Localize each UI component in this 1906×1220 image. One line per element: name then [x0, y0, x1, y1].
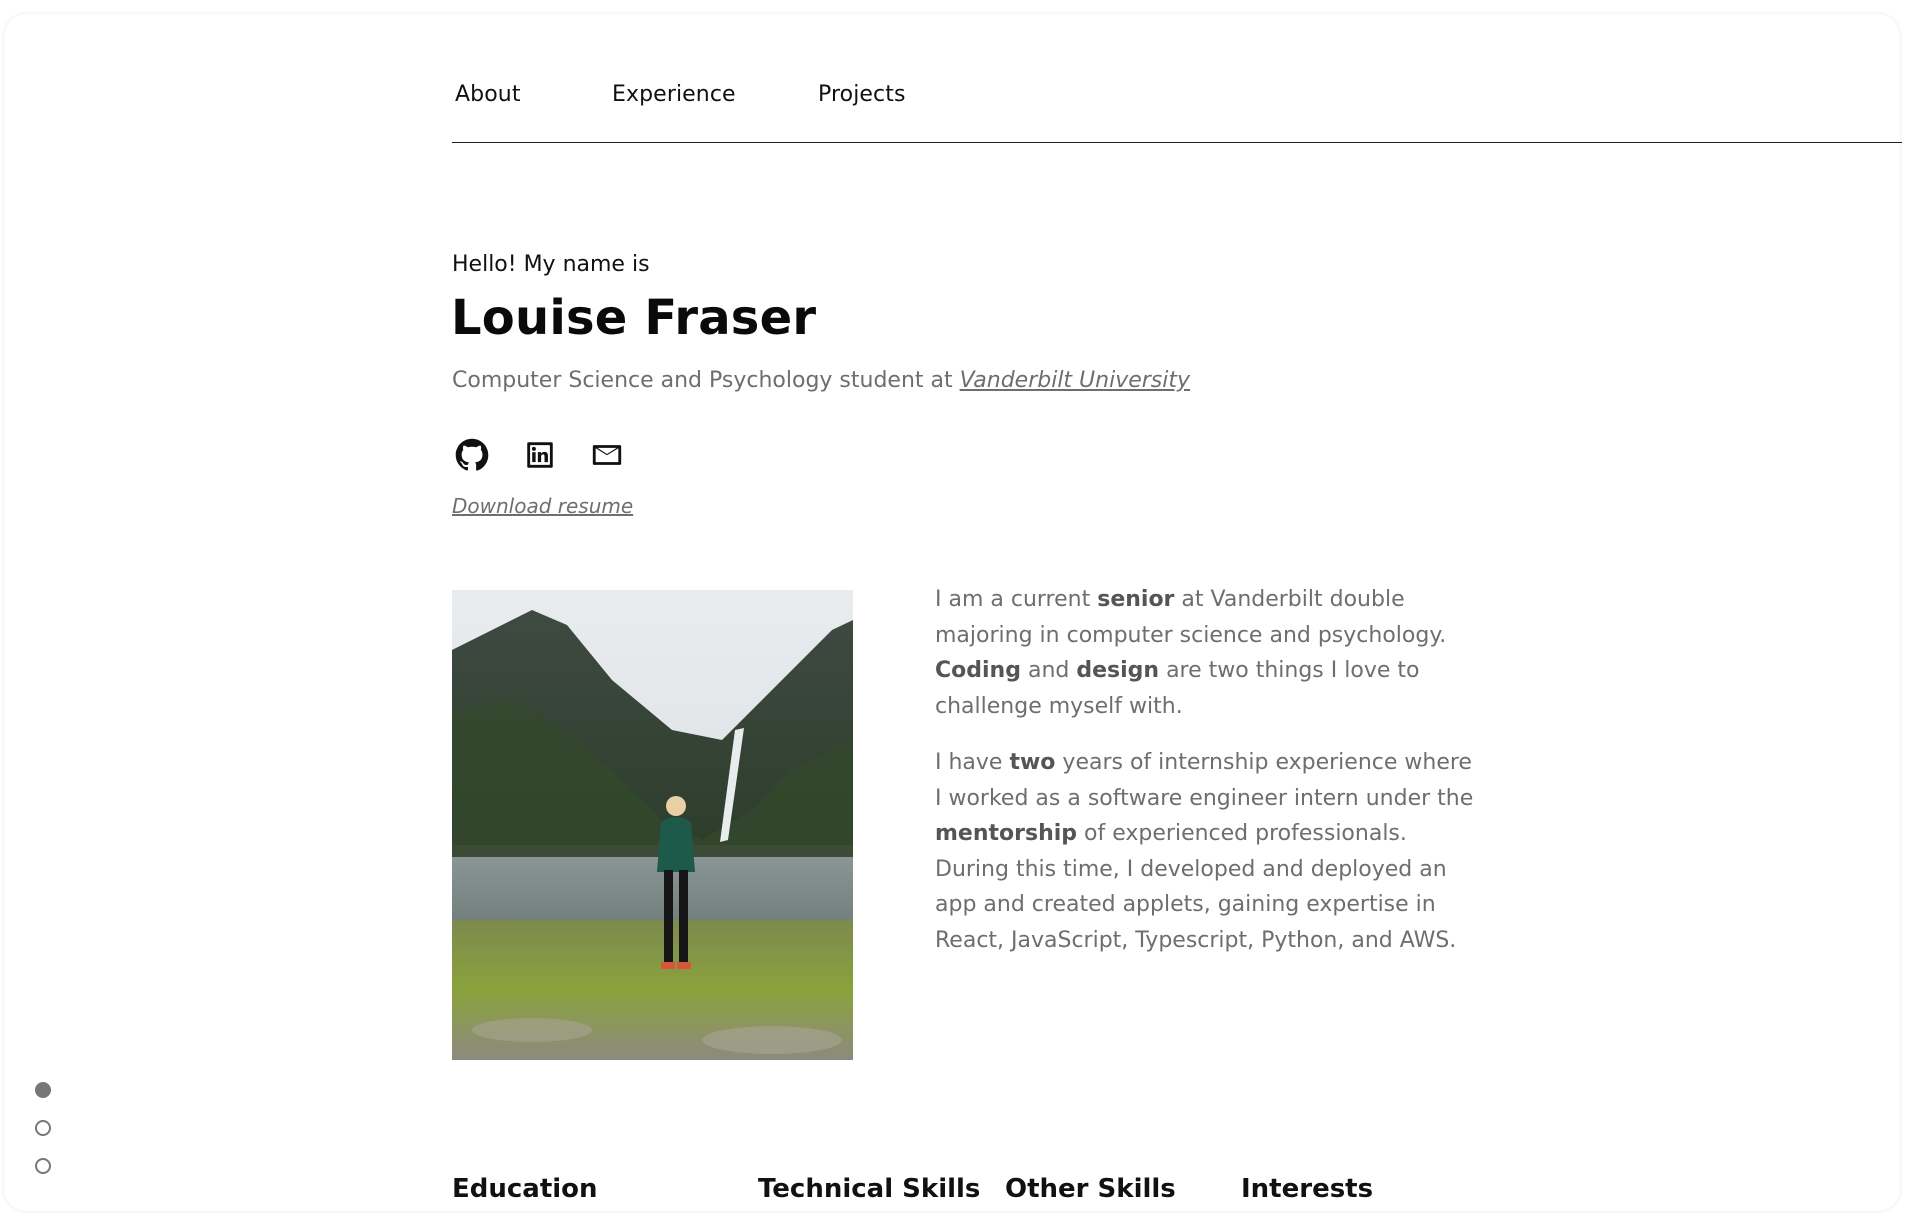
nav-about[interactable]: About	[455, 82, 521, 107]
pagination-dot-2[interactable]	[35, 1120, 51, 1136]
subtitle-text: Computer Science and Psychology student …	[452, 368, 960, 393]
bio-run: I have	[935, 750, 1010, 775]
bio-text: I am a current senior at Vanderbilt doub…	[935, 582, 1475, 979]
page-title: Louise Fraser	[451, 290, 817, 346]
bio-emphasis: two	[1009, 750, 1056, 775]
nav-projects[interactable]: Projects	[818, 82, 906, 107]
heading-interests: Interests	[1241, 1174, 1374, 1204]
heading-education: Education	[452, 1174, 598, 1204]
university-link[interactable]: Vanderbilt University	[960, 368, 1190, 393]
bio-run: and	[1020, 658, 1077, 683]
subtitle: Computer Science and Psychology student …	[452, 368, 1190, 393]
greeting-text: Hello! My name is	[452, 252, 650, 277]
profile-photo	[452, 590, 853, 1060]
bio-paragraph-1: I am a current senior at Vanderbilt doub…	[935, 582, 1475, 724]
linkedin-icon[interactable]	[523, 438, 557, 472]
bio-run: I am a current	[935, 587, 1098, 612]
bio-emphasis: mentorship	[935, 821, 1078, 846]
email-icon[interactable]	[590, 438, 624, 472]
bio-emphasis: design	[1076, 658, 1160, 683]
bio-paragraph-2: I have two years of internship experienc…	[935, 745, 1475, 958]
heading-other-skills: Other Skills	[1005, 1174, 1176, 1204]
top-nav: About Experience Projects	[452, 82, 1902, 143]
bio-emphasis: Coding	[935, 658, 1021, 683]
pagination-dot-3[interactable]	[35, 1158, 51, 1174]
pagination-dot-1[interactable]	[35, 1082, 51, 1098]
nav-experience[interactable]: Experience	[612, 82, 736, 107]
heading-technical-skills: Technical Skills	[758, 1174, 981, 1204]
bio-emphasis: senior	[1097, 587, 1175, 612]
download-resume-link[interactable]: Download resume	[452, 494, 633, 518]
github-icon[interactable]	[455, 438, 489, 472]
